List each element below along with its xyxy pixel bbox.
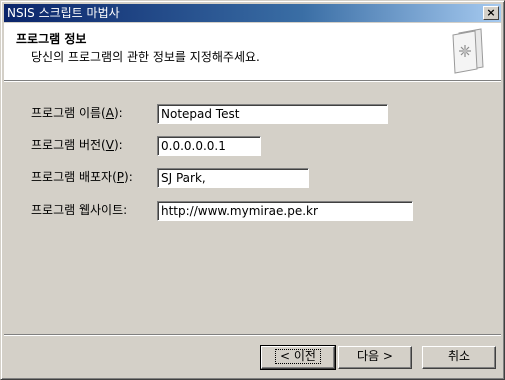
back-button-label: < 이전 <box>275 349 321 364</box>
program-publisher-label: 프로그램 배포자(P): <box>31 170 133 184</box>
program-name-label: 프로그램 이름(A): <box>31 106 123 120</box>
window-title: NSIS 스크립트 마법사 <box>7 6 120 20</box>
program-name-input[interactable]: Notepad Test <box>157 104 388 124</box>
cancel-button[interactable]: 취소 <box>422 346 496 369</box>
wizard-window: NSIS 스크립트 마법사 × 프로그램 정보 당신의 프로그램의 관한 정보를… <box>0 0 505 380</box>
page-title: 프로그램 정보 <box>16 32 87 46</box>
program-version-label: 프로그램 버전(V): <box>31 138 123 152</box>
program-website-label: 프로그램 웹사이트: <box>31 203 128 217</box>
header-divider <box>4 80 501 82</box>
wizard-header: 프로그램 정보 당신의 프로그램의 관한 정보를 지정해주세요. <box>4 23 501 80</box>
back-button[interactable]: < 이전 <box>260 345 336 370</box>
program-publisher-input[interactable]: SJ Park, <box>157 168 309 188</box>
next-button[interactable]: 다음 > <box>338 346 412 369</box>
close-button[interactable]: × <box>483 6 499 20</box>
program-website-input[interactable]: http://www.mymirae.pe.kr <box>157 201 413 221</box>
title-bar[interactable]: NSIS 스크립트 마법사 × <box>4 4 501 22</box>
wizard-book-icon <box>452 28 484 74</box>
footer-divider <box>4 334 501 336</box>
page-subtitle: 당신의 프로그램의 관한 정보를 지정해주세요. <box>31 50 260 64</box>
program-version-input[interactable]: 0.0.0.0.0.1 <box>157 136 261 156</box>
